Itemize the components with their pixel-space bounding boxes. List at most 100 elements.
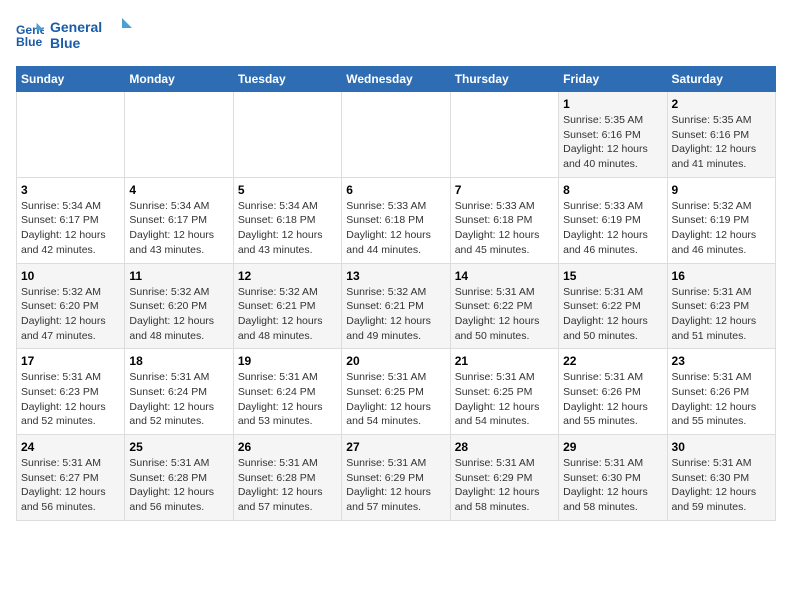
weekday-header-thursday: Thursday — [450, 67, 558, 92]
day-cell: 2 Sunrise: 5:35 AM Sunset: 6:16 PM Daylig… — [667, 92, 775, 178]
day-cell: 18 Sunrise: 5:31 AM Sunset: 6:24 PM Dayli… — [125, 349, 233, 435]
day-number: 15 — [563, 269, 662, 283]
day-number: 18 — [129, 354, 228, 368]
weekday-header-tuesday: Tuesday — [233, 67, 341, 92]
day-cell — [17, 92, 125, 178]
day-info: Sunrise: 5:31 AM Sunset: 6:29 PM Dayligh… — [346, 456, 445, 515]
day-cell: 6 Sunrise: 5:33 AM Sunset: 6:18 PM Daylig… — [342, 177, 450, 263]
day-cell: 11Sunrise: 5:32 AM Sunset: 6:20 PM Dayli… — [125, 263, 233, 349]
day-cell: 19Sunrise: 5:31 AM Sunset: 6:24 PM Dayli… — [233, 349, 341, 435]
day-cell: 3 Sunrise: 5:34 AM Sunset: 6:17 PM Daylig… — [17, 177, 125, 263]
day-number: 16 — [672, 269, 771, 283]
day-number: 10 — [21, 269, 120, 283]
logo: General Blue General Blue — [16, 16, 140, 54]
day-number: 30 — [672, 440, 771, 454]
day-cell: 15Sunrise: 5:31 AM Sunset: 6:22 PM Dayli… — [559, 263, 667, 349]
day-info: Sunrise: 5:31 AM Sunset: 6:25 PM Dayligh… — [455, 370, 554, 429]
calendar-table: SundayMondayTuesdayWednesdayThursdayFrid… — [16, 66, 776, 521]
day-number: 27 — [346, 440, 445, 454]
svg-text:Blue: Blue — [50, 35, 81, 51]
day-number: 6 — [346, 183, 445, 197]
day-number: 14 — [455, 269, 554, 283]
header: General Blue General Blue — [16, 16, 776, 54]
day-cell: 4Sunrise: 5:34 AM Sunset: 6:17 PM Daylig… — [125, 177, 233, 263]
day-info: Sunrise: 5:31 AM Sunset: 6:29 PM Dayligh… — [455, 456, 554, 515]
day-number: 17 — [21, 354, 120, 368]
day-number: 7 — [455, 183, 554, 197]
day-info: Sunrise: 5:31 AM Sunset: 6:25 PM Dayligh… — [346, 370, 445, 429]
day-info: Sunrise: 5:34 AM Sunset: 6:17 PM Dayligh… — [21, 199, 120, 258]
day-number: 9 — [672, 183, 771, 197]
day-info: Sunrise: 5:34 AM Sunset: 6:18 PM Dayligh… — [238, 199, 337, 258]
day-info: Sunrise: 5:31 AM Sunset: 6:30 PM Dayligh… — [672, 456, 771, 515]
day-cell: 12 Sunrise: 5:32 AM Sunset: 6:21 PM Dayli… — [233, 263, 341, 349]
week-row-3: 10 Sunrise: 5:32 AM Sunset: 6:20 PM Dayli… — [17, 263, 776, 349]
day-info: Sunrise: 5:33 AM Sunset: 6:18 PM Dayligh… — [346, 199, 445, 258]
day-number: 26 — [238, 440, 337, 454]
day-cell — [233, 92, 341, 178]
day-info: Sunrise: 5:34 AM Sunset: 6:17 PM Dayligh… — [129, 199, 228, 258]
day-cell: 10 Sunrise: 5:32 AM Sunset: 6:20 PM Dayli… — [17, 263, 125, 349]
day-number: 12 — [238, 269, 337, 283]
weekday-header-wednesday: Wednesday — [342, 67, 450, 92]
weekday-header-friday: Friday — [559, 67, 667, 92]
day-number: 23 — [672, 354, 771, 368]
day-number: 3 — [21, 183, 120, 197]
day-number: 25 — [129, 440, 228, 454]
day-cell: 8 Sunrise: 5:33 AM Sunset: 6:19 PM Daylig… — [559, 177, 667, 263]
day-cell: 25 Sunrise: 5:31 AM Sunset: 6:28 PM Dayli… — [125, 435, 233, 521]
day-info: Sunrise: 5:31 AM Sunset: 6:28 PM Dayligh… — [238, 456, 337, 515]
day-info: Sunrise: 5:32 AM Sunset: 6:20 PM Dayligh… — [21, 285, 120, 344]
day-number: 1 — [563, 97, 662, 111]
day-number: 13 — [346, 269, 445, 283]
day-cell: 24 Sunrise: 5:31 AM Sunset: 6:27 PM Dayli… — [17, 435, 125, 521]
day-cell: 1 Sunrise: 5:35 AM Sunset: 6:16 PM Daylig… — [559, 92, 667, 178]
day-number: 24 — [21, 440, 120, 454]
weekday-header-row: SundayMondayTuesdayWednesdayThursdayFrid… — [17, 67, 776, 92]
day-info: Sunrise: 5:31 AM Sunset: 6:27 PM Dayligh… — [21, 456, 120, 515]
day-cell: 26 Sunrise: 5:31 AM Sunset: 6:28 PM Dayli… — [233, 435, 341, 521]
day-cell: 30 Sunrise: 5:31 AM Sunset: 6:30 PM Dayli… — [667, 435, 775, 521]
day-number: 5 — [238, 183, 337, 197]
day-cell: 17 Sunrise: 5:31 AM Sunset: 6:23 PM Dayli… — [17, 349, 125, 435]
day-cell: 20 Sunrise: 5:31 AM Sunset: 6:25 PM Dayli… — [342, 349, 450, 435]
day-cell: 22Sunrise: 5:31 AM Sunset: 6:26 PM Dayli… — [559, 349, 667, 435]
logo-icon: General Blue — [16, 21, 44, 49]
day-cell — [342, 92, 450, 178]
day-info: Sunrise: 5:33 AM Sunset: 6:18 PM Dayligh… — [455, 199, 554, 258]
day-info: Sunrise: 5:31 AM Sunset: 6:26 PM Dayligh… — [672, 370, 771, 429]
day-number: 2 — [672, 97, 771, 111]
day-number: 28 — [455, 440, 554, 454]
week-row-1: 1 Sunrise: 5:35 AM Sunset: 6:16 PM Daylig… — [17, 92, 776, 178]
day-cell: 28 Sunrise: 5:31 AM Sunset: 6:29 PM Dayli… — [450, 435, 558, 521]
day-info: Sunrise: 5:31 AM Sunset: 6:24 PM Dayligh… — [129, 370, 228, 429]
day-number: 21 — [455, 354, 554, 368]
day-info: Sunrise: 5:31 AM Sunset: 6:22 PM Dayligh… — [455, 285, 554, 344]
day-info: Sunrise: 5:33 AM Sunset: 6:19 PM Dayligh… — [563, 199, 662, 258]
day-cell: 27 Sunrise: 5:31 AM Sunset: 6:29 PM Dayli… — [342, 435, 450, 521]
day-info: Sunrise: 5:31 AM Sunset: 6:23 PM Dayligh… — [21, 370, 120, 429]
day-number: 22 — [563, 354, 662, 368]
day-cell: 21 Sunrise: 5:31 AM Sunset: 6:25 PM Dayli… — [450, 349, 558, 435]
day-info: Sunrise: 5:32 AM Sunset: 6:21 PM Dayligh… — [346, 285, 445, 344]
day-info: Sunrise: 5:31 AM Sunset: 6:30 PM Dayligh… — [563, 456, 662, 515]
day-cell: 29 Sunrise: 5:31 AM Sunset: 6:30 PM Dayli… — [559, 435, 667, 521]
weekday-header-saturday: Saturday — [667, 67, 775, 92]
svg-text:General: General — [50, 19, 102, 35]
day-cell: 9Sunrise: 5:32 AM Sunset: 6:19 PM Daylig… — [667, 177, 775, 263]
day-number: 29 — [563, 440, 662, 454]
day-cell: 16 Sunrise: 5:31 AM Sunset: 6:23 PM Dayli… — [667, 263, 775, 349]
week-row-4: 17 Sunrise: 5:31 AM Sunset: 6:23 PM Dayli… — [17, 349, 776, 435]
day-number: 8 — [563, 183, 662, 197]
day-info: Sunrise: 5:31 AM Sunset: 6:28 PM Dayligh… — [129, 456, 228, 515]
day-info: Sunrise: 5:32 AM Sunset: 6:20 PM Dayligh… — [129, 285, 228, 344]
day-number: 19 — [238, 354, 337, 368]
day-cell: 7 Sunrise: 5:33 AM Sunset: 6:18 PM Daylig… — [450, 177, 558, 263]
day-number: 20 — [346, 354, 445, 368]
svg-text:Blue: Blue — [16, 35, 43, 49]
weekday-header-sunday: Sunday — [17, 67, 125, 92]
day-info: Sunrise: 5:35 AM Sunset: 6:16 PM Dayligh… — [563, 113, 662, 172]
day-info: Sunrise: 5:31 AM Sunset: 6:23 PM Dayligh… — [672, 285, 771, 344]
day-info: Sunrise: 5:32 AM Sunset: 6:21 PM Dayligh… — [238, 285, 337, 344]
day-info: Sunrise: 5:35 AM Sunset: 6:16 PM Dayligh… — [672, 113, 771, 172]
